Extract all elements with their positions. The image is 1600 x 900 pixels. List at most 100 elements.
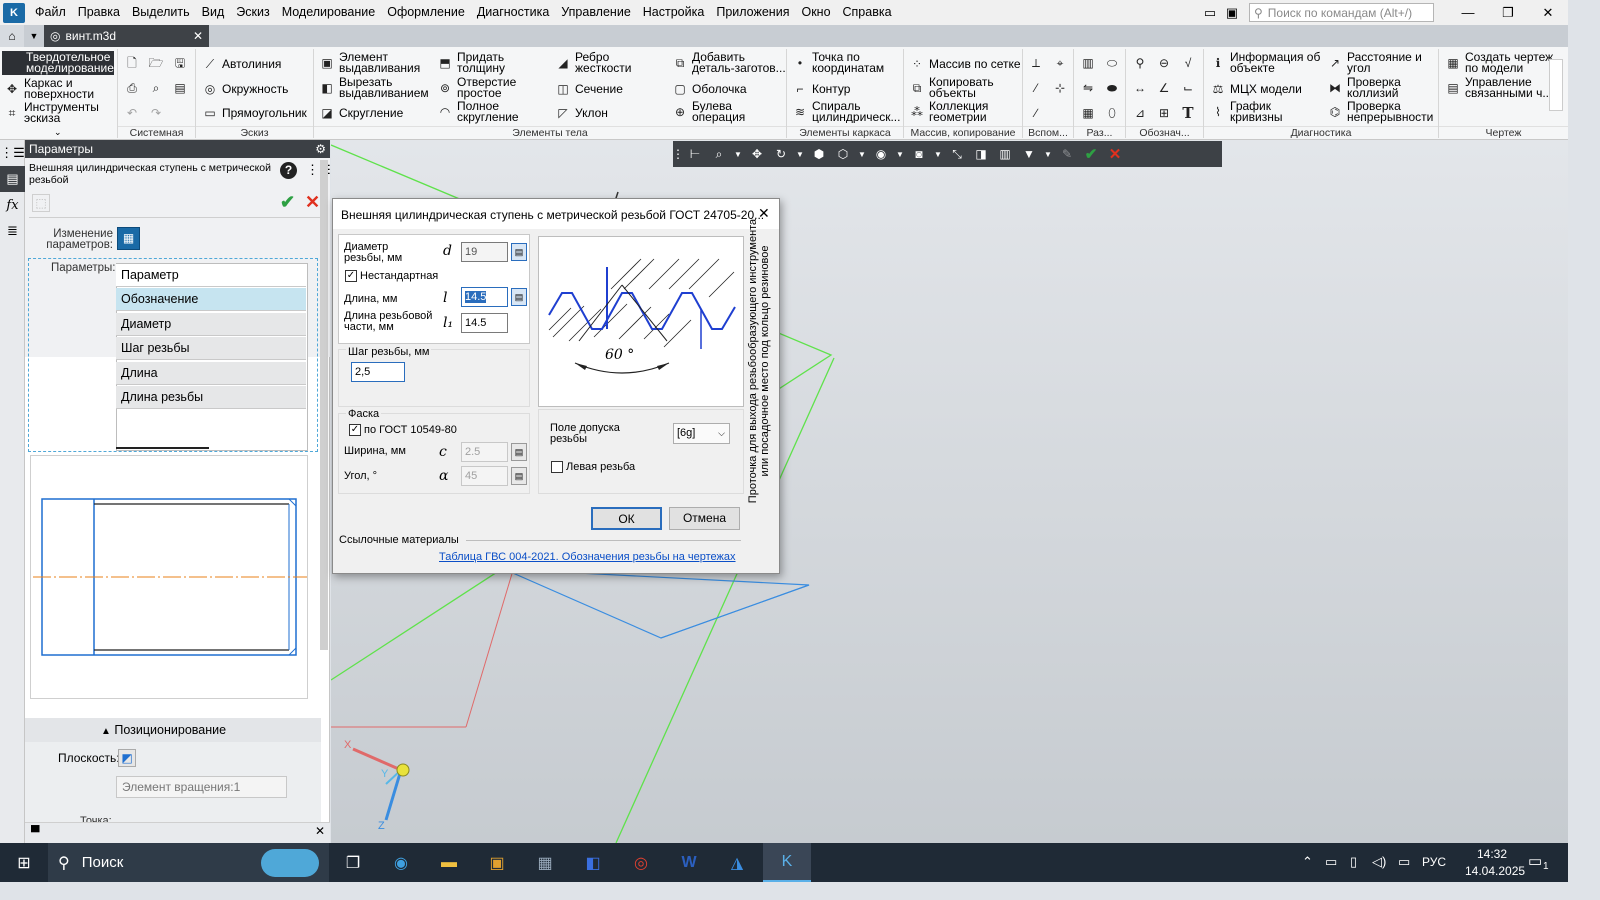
ribbon-scroll[interactable] xyxy=(1549,59,1563,111)
close-tab-icon[interactable]: ✕ xyxy=(193,29,203,43)
menu-modeling[interactable]: Моделирование xyxy=(276,0,382,25)
cut-extrude-button[interactable]: ◧ Вырезать выдавливанием xyxy=(319,76,444,99)
section-view-icon[interactable]: ◨ xyxy=(969,142,993,166)
diameter-calc-icon[interactable]: ▤ xyxy=(511,243,527,261)
thread-length-input[interactable]: 14.5 xyxy=(461,313,508,333)
param-diameter[interactable]: Диаметр xyxy=(116,313,306,336)
close-hint-icon[interactable]: ✕ xyxy=(315,824,325,838)
explorer-icon[interactable]: ▬ xyxy=(425,843,473,882)
chamfer-angle-calc-icon[interactable]: ▤ xyxy=(511,467,527,485)
cancel-x-icon[interactable]: ✕ xyxy=(305,192,320,213)
panel-toggle-icon[interactable]: ▣ xyxy=(1221,5,1243,21)
chamfer-angle-input[interactable]: 45 xyxy=(461,466,508,486)
chamfer-width-calc-icon[interactable]: ▤ xyxy=(511,443,527,461)
help-icon[interactable]: ? xyxy=(280,162,297,179)
camera-icon[interactable]: ◙ xyxy=(907,142,931,166)
mirror-button[interactable]: ⇋ xyxy=(1080,80,1100,96)
continuity-check-button[interactable]: ⌬ Проверка непрерывности xyxy=(1327,100,1442,123)
message-icon[interactable]: ▀ xyxy=(31,825,40,839)
reference-link[interactable]: Таблица ГВС 004-2021. Обозначения резьбы… xyxy=(439,552,736,563)
menu-sketch[interactable]: Эскиз xyxy=(230,0,275,25)
clock-time[interactable]: 14:32 xyxy=(1470,847,1514,861)
chamfer-width-input[interactable]: 2.5 xyxy=(461,442,508,462)
tray-display-icon[interactable]: ▭ xyxy=(1398,854,1410,870)
hole-button[interactable]: ⊚ Отверстие простое xyxy=(437,76,522,99)
layers-icon[interactable]: ≣ xyxy=(0,218,25,244)
tabs-dropdown-icon[interactable]: ▼ xyxy=(24,25,44,47)
calculator-icon[interactable]: ▦ xyxy=(117,227,140,250)
rib-button[interactable]: ◢ Ребро жесткости xyxy=(555,51,635,74)
undo-button[interactable]: ↶ xyxy=(124,105,144,121)
cut-surface-button[interactable]: ⬬ xyxy=(1104,80,1124,96)
menu-window[interactable]: Окно xyxy=(795,0,836,25)
minimize-icon[interactable]: — xyxy=(1448,5,1488,20)
layers-view-icon[interactable]: ▥ xyxy=(993,142,1017,166)
manage-linked-button[interactable]: ▤ Управление связанными ч... xyxy=(1445,76,1565,99)
store-icon[interactable]: ▣ xyxy=(473,843,521,882)
taskbar-search[interactable]: ⚲ Поиск xyxy=(48,843,329,882)
word-icon[interactable]: W xyxy=(665,843,713,882)
chamfer-gost-checkbox[interactable]: ✓ xyxy=(349,424,361,436)
text-button[interactable]: T xyxy=(1180,105,1200,121)
curvature-graph-button[interactable]: ⌇ График кривизны xyxy=(1210,100,1295,123)
print-button[interactable]: ⎙ xyxy=(124,80,144,96)
grid-array-button[interactable]: ⁘ Массив по сетке xyxy=(909,56,1021,72)
app-logo-icon[interactable]: K xyxy=(3,2,25,23)
panel-settings-icon[interactable]: ⚙ xyxy=(315,140,326,158)
helix-button[interactable]: ≋ Спираль цилиндрическ... xyxy=(792,101,907,123)
aux-point-button[interactable]: ⊹ xyxy=(1052,80,1072,96)
boolean-button[interactable]: ⊕ Булева операция xyxy=(672,100,752,123)
contour-button[interactable]: ⌐ Контур xyxy=(792,81,850,97)
param-length[interactable]: Длина xyxy=(116,362,306,385)
tray-network-icon[interactable]: ▭ xyxy=(1325,854,1337,870)
photos-icon[interactable]: ◮ xyxy=(713,843,761,882)
menu-design[interactable]: Оформление xyxy=(381,0,471,25)
fillet-button[interactable]: ◪ Скругление xyxy=(319,105,403,121)
shell-button[interactable]: ▢ Оболочка xyxy=(672,81,746,97)
edit-pencil-icon[interactable]: ✎ xyxy=(1055,142,1079,166)
panel-scrollbar[interactable] xyxy=(320,160,328,650)
point-by-coords-button[interactable]: • Точка по координатам xyxy=(792,51,907,74)
expand-ribbon-icon[interactable]: ⌄ xyxy=(54,127,62,138)
task-view-icon[interactable]: ❐ xyxy=(329,843,377,882)
tray-volume-icon[interactable]: ◁) xyxy=(1372,854,1386,870)
aux-curve-button[interactable]: ∕ xyxy=(1028,105,1048,121)
thicken-button[interactable]: ⬒ Придать толщину xyxy=(437,51,517,74)
save-button[interactable]: 🖫 xyxy=(172,55,192,71)
parameters-panel-icon[interactable]: ▤ xyxy=(0,166,25,192)
geometry-collection-button[interactable]: ⁂ Коллекция геометрии xyxy=(909,100,1004,123)
plane-icon[interactable]: ◩ xyxy=(118,749,136,767)
rectangle-button[interactable]: ▭ Прямоугольник xyxy=(202,105,306,121)
param-pitch[interactable]: Шаг резьбы xyxy=(116,337,306,360)
restore-icon[interactable]: ❐ xyxy=(1488,5,1528,21)
notifications-icon[interactable]: ▭ xyxy=(1528,852,1542,870)
object-select-icon[interactable]: ⬚ xyxy=(32,194,50,212)
tray-battery-icon[interactable]: ▯ xyxy=(1350,854,1357,870)
orientation-icon[interactable]: ⬢ xyxy=(807,142,831,166)
tray-chevron-icon[interactable]: ⌃ xyxy=(1302,854,1313,870)
toolbar-cancel-icon[interactable]: ✕ xyxy=(1103,142,1127,166)
edge-icon[interactable]: ◉ xyxy=(377,843,425,882)
menu-edit[interactable]: Правка xyxy=(72,0,126,25)
dimension-button[interactable]: ↔ xyxy=(1132,80,1152,96)
tolerance-select[interactable]: [6g] ⌵ xyxy=(673,423,730,444)
cancel-button[interactable]: Отмена xyxy=(669,507,740,530)
language-indicator[interactable]: РУС xyxy=(1422,855,1446,869)
windows-start-icon[interactable]: ⊞ xyxy=(0,843,48,882)
circle-button[interactable]: ◎ Окружность xyxy=(202,81,289,97)
diameter-input[interactable]: 19 xyxy=(461,242,508,262)
mass-props-button[interactable]: ⚖ МЦХ модели xyxy=(1210,81,1302,97)
aux-plane-button[interactable]: ⟂ xyxy=(1028,55,1048,71)
camera-dropdown-icon[interactable]: ▼ xyxy=(931,142,945,166)
length-calc-icon[interactable]: ▤ xyxy=(511,288,527,306)
param-designation[interactable]: Обозначение xyxy=(116,288,306,311)
menu-view[interactable]: Вид xyxy=(196,0,231,25)
aux-axis-button[interactable]: ⌖ xyxy=(1052,55,1072,71)
menu-manage[interactable]: Управление xyxy=(555,0,637,25)
object-info-button[interactable]: ℹ Информация об объекте xyxy=(1210,51,1325,74)
split-body-button[interactable]: ⬭ xyxy=(1104,55,1124,71)
aux-line-button[interactable]: ⁄ xyxy=(1028,80,1048,96)
add-blank-button[interactable]: ⧉ Добавить деталь-заготов... xyxy=(672,51,787,74)
preview-button[interactable]: ⌕ xyxy=(148,80,168,96)
snap-icon[interactable]: ⤡ xyxy=(945,142,969,166)
